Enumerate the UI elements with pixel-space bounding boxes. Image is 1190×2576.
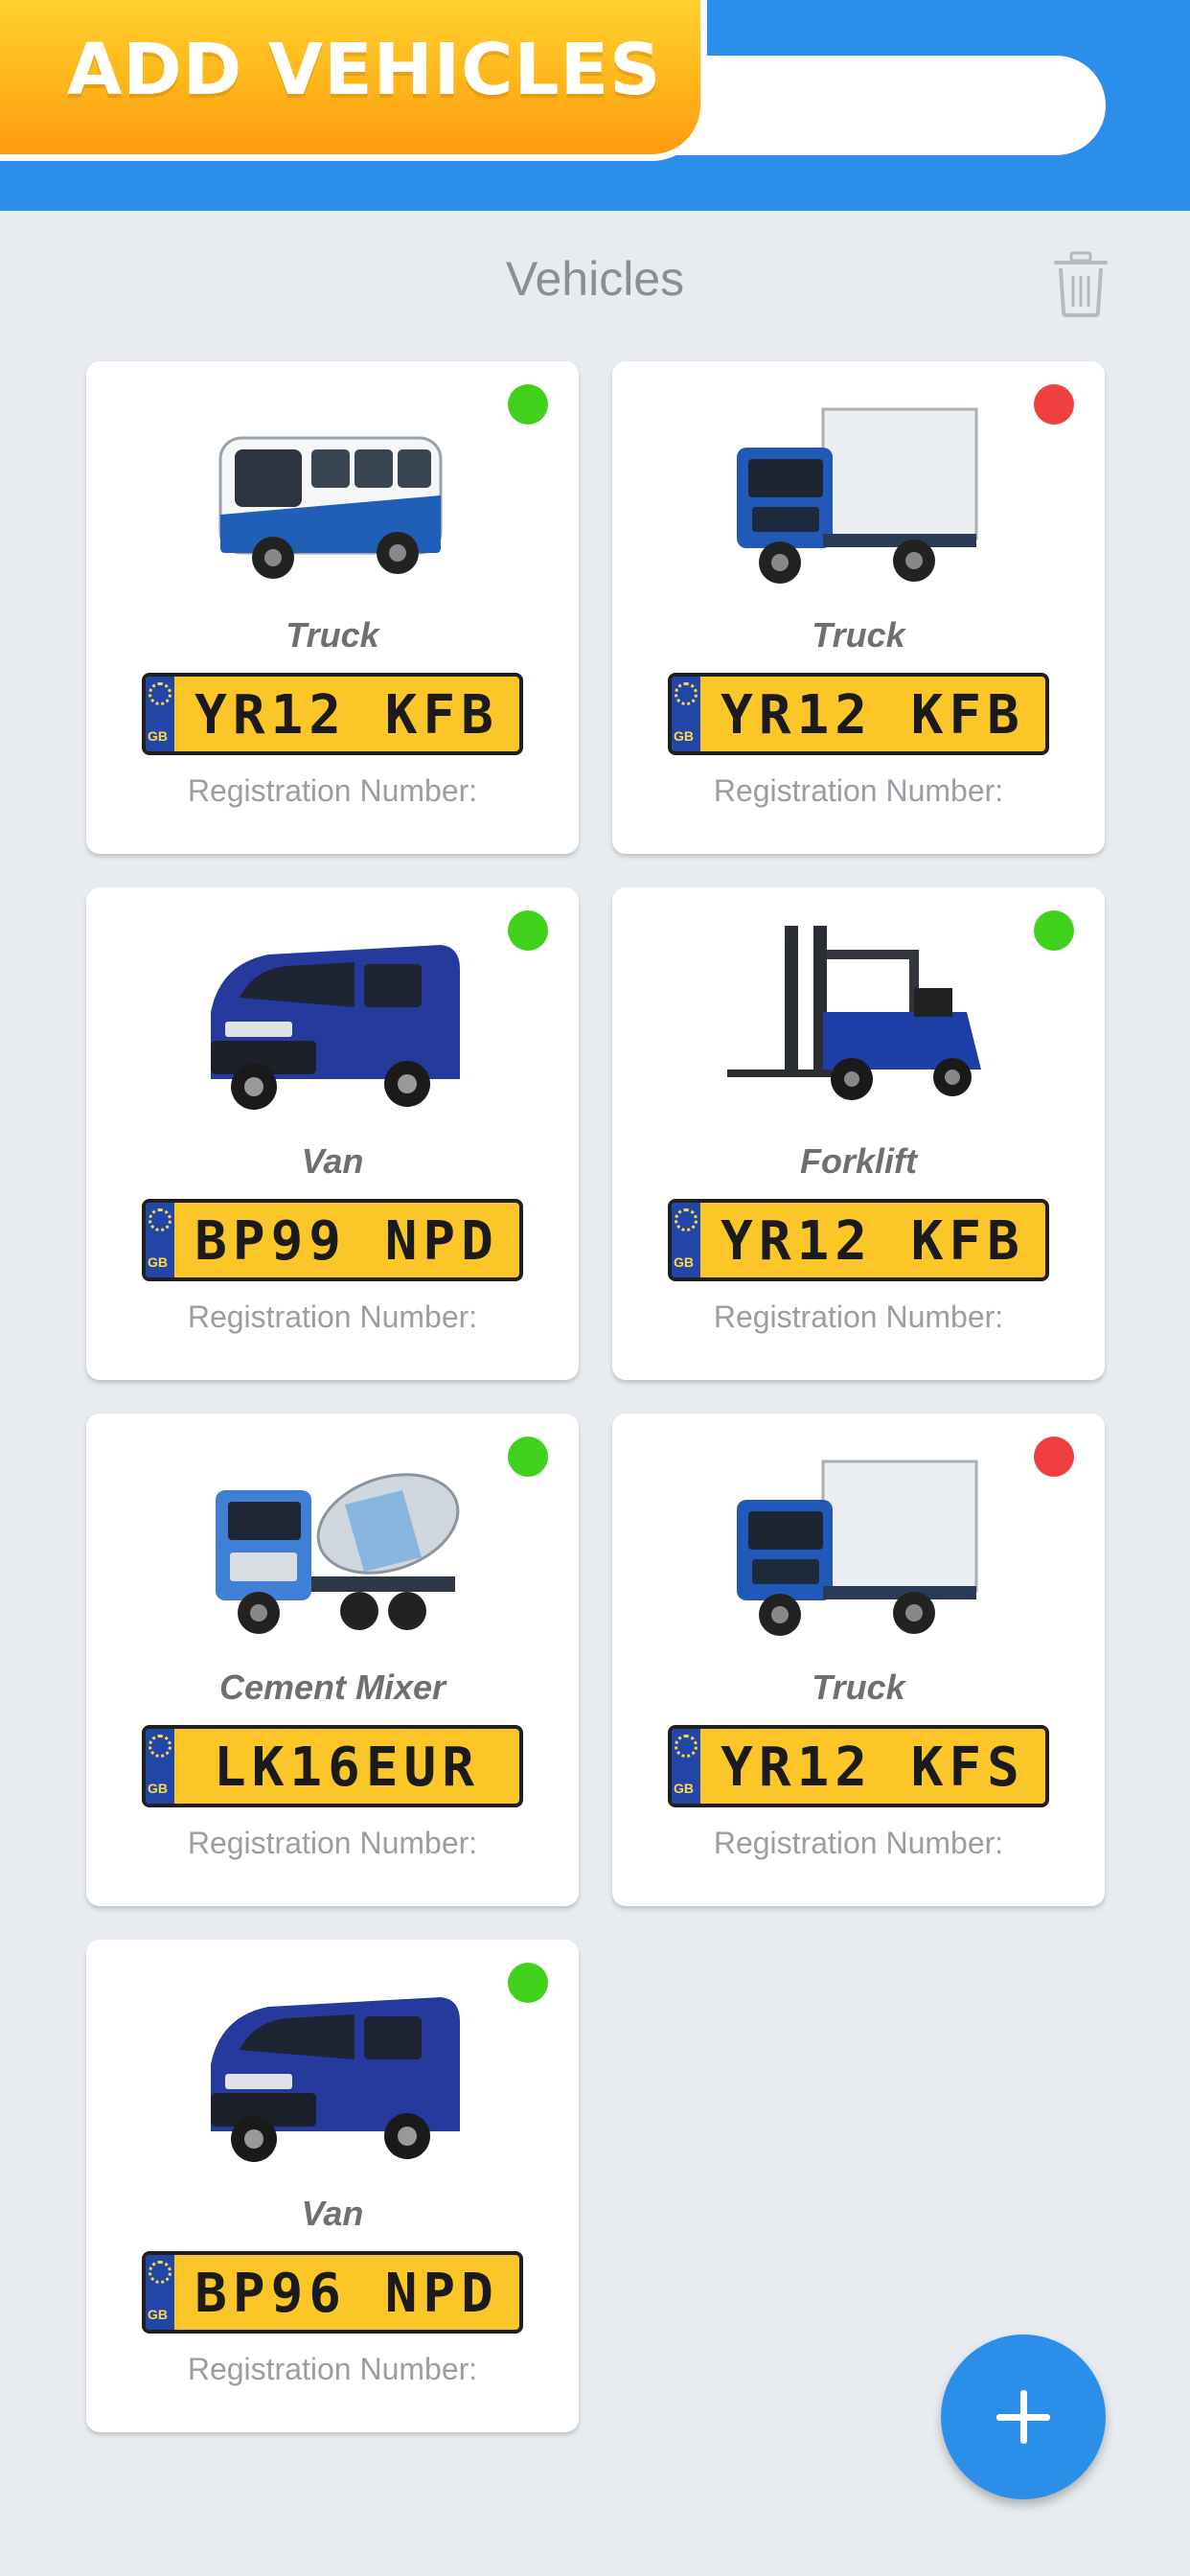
- status-indicator: [1034, 1437, 1074, 1477]
- eu-stars-icon: [675, 1735, 698, 1758]
- van-image: [211, 945, 460, 1110]
- add-vehicle-button[interactable]: [941, 2334, 1106, 2499]
- status-indicator: [508, 384, 548, 425]
- section-title: Vehicles: [505, 252, 685, 306]
- status-indicator: [508, 910, 548, 951]
- vehicle-type: Truck: [812, 615, 905, 655]
- registration-label: Registration Number:: [713, 773, 1004, 808]
- license-plate: GB YR12 KFB: [668, 1199, 1049, 1281]
- vehicle-card[interactable]: Truck GB YR12 KFS Registration Number:: [612, 1414, 1105, 1906]
- status-indicator: [508, 1963, 548, 2003]
- license-plate: GB BP96 NPD: [142, 2251, 523, 2334]
- plate-eu-band: GB: [146, 1729, 174, 1804]
- vehicle-card[interactable]: Truck GB YR12 KFB Registration Number:: [86, 361, 579, 854]
- license-plate: GB LK16EUR: [142, 1725, 523, 1807]
- plate-country: GB: [148, 728, 168, 744]
- cement-mixer-image: [216, 1473, 460, 1634]
- van-image: [211, 1997, 460, 2162]
- vehicle-card[interactable]: Truck GB YR12 KFB Registration Number:: [612, 361, 1105, 854]
- plate-country: GB: [674, 728, 694, 744]
- vehicle-type: Forklift: [800, 1141, 917, 1181]
- vehicle-type: Cement Mixer: [218, 1668, 446, 1707]
- vehicle-card[interactable]: Forklift GB YR12 KFB Registration Number…: [612, 887, 1105, 1380]
- plate-eu-band: GB: [672, 1729, 700, 1804]
- app-header: ADD VEHICLES: [0, 0, 1190, 211]
- registration-label: Registration Number:: [187, 2352, 478, 2386]
- title-badge: ADD VEHICLES: [0, 0, 707, 161]
- registration-label: Registration Number:: [187, 1300, 478, 1334]
- vehicle-type: Van: [301, 1141, 364, 1181]
- page-title: ADD VEHICLES: [67, 29, 662, 111]
- plate-country: GB: [148, 1781, 168, 1796]
- plate-number: BP96 NPD: [195, 2263, 499, 2325]
- bus-image: [218, 436, 443, 579]
- plate-number: BP99 NPD: [195, 1210, 499, 1273]
- eu-stars-icon: [675, 1208, 698, 1231]
- plate-number: YR12 KFB: [721, 1210, 1025, 1273]
- plate-country: GB: [148, 1254, 168, 1270]
- registration-label: Registration Number:: [187, 773, 478, 808]
- eu-stars-icon: [149, 682, 172, 705]
- plate-number: YR12 KFB: [195, 684, 499, 747]
- vehicle-type: Van: [301, 2194, 364, 2233]
- status-indicator: [1034, 384, 1074, 425]
- eu-stars-icon: [149, 1208, 172, 1231]
- box-truck-image: [737, 407, 978, 584]
- license-plate: GB YR12 KFB: [142, 673, 523, 755]
- plate-country: GB: [148, 2307, 168, 2322]
- plate-number: LK16EUR: [213, 1736, 480, 1799]
- trash-icon[interactable]: [1052, 251, 1110, 318]
- plate-eu-band: GB: [672, 677, 700, 751]
- plate-number: YR12 KFB: [721, 684, 1025, 747]
- license-plate: GB BP99 NPD: [142, 1199, 523, 1281]
- registration-label: Registration Number:: [713, 1826, 1004, 1860]
- plate-country: GB: [674, 1254, 694, 1270]
- status-indicator: [1034, 910, 1074, 951]
- eu-stars-icon: [149, 1735, 172, 1758]
- registration-label: Registration Number:: [713, 1300, 1004, 1334]
- registration-label: Registration Number:: [187, 1826, 478, 1860]
- license-plate: GB YR12 KFS: [668, 1725, 1049, 1807]
- license-plate: GB YR12 KFB: [668, 673, 1049, 755]
- status-indicator: [508, 1437, 548, 1477]
- box-truck-image: [737, 1460, 978, 1636]
- forklift-image: [727, 926, 981, 1100]
- vehicle-type: Truck: [286, 615, 379, 655]
- plate-eu-band: GB: [672, 1203, 700, 1277]
- plate-eu-band: GB: [146, 677, 174, 751]
- vehicle-card[interactable]: Cement Mixer GB LK16EUR Registration Num…: [86, 1414, 579, 1906]
- vehicle-card[interactable]: Van GB BP96 NPD Registration Number:: [86, 1940, 579, 2432]
- plate-eu-band: GB: [146, 1203, 174, 1277]
- eu-stars-icon: [149, 2261, 172, 2284]
- plate-number: YR12 KFS: [721, 1736, 1025, 1799]
- eu-stars-icon: [675, 682, 698, 705]
- vehicle-card[interactable]: Van GB BP99 NPD Registration Number:: [86, 887, 579, 1380]
- plate-eu-band: GB: [146, 2255, 174, 2330]
- plate-country: GB: [674, 1781, 694, 1796]
- vehicle-type: Truck: [812, 1668, 905, 1707]
